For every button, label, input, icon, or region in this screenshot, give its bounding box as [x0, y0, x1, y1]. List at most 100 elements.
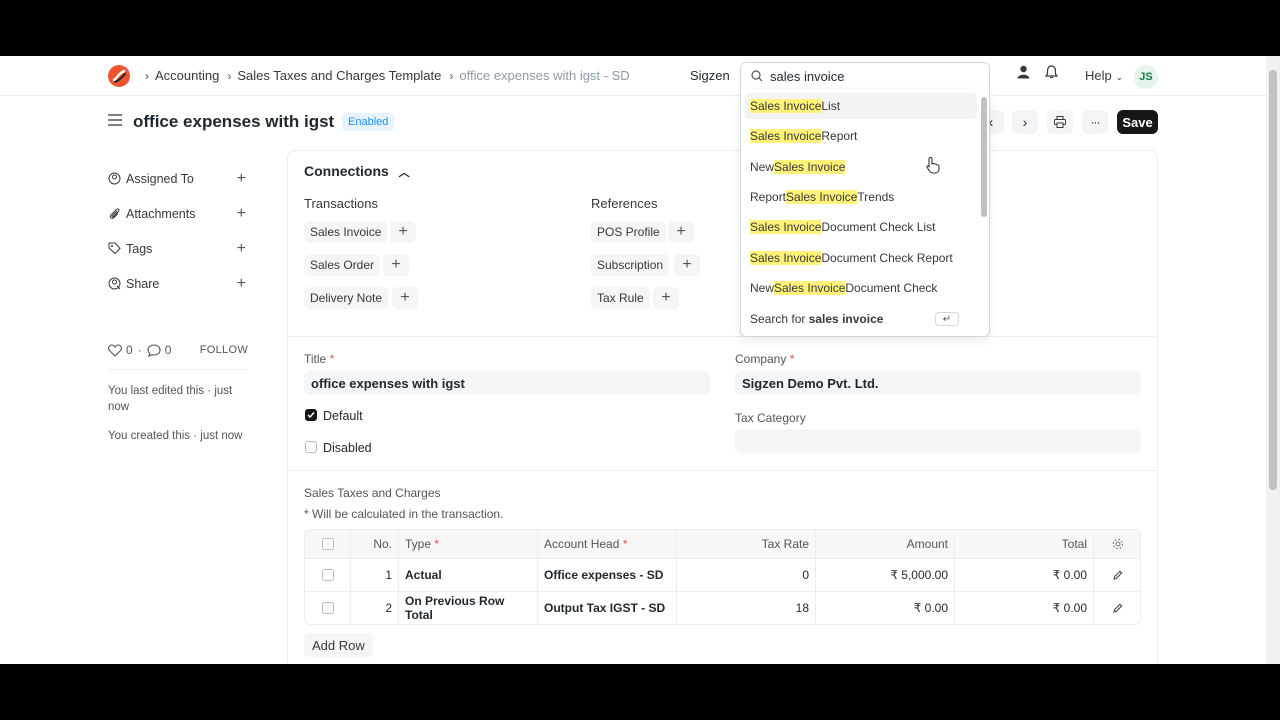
add-subscription-button[interactable]: + [674, 254, 700, 276]
pencil-icon[interactable] [1113, 603, 1123, 613]
row-account-head[interactable]: Office expenses - SD [538, 559, 677, 591]
connections-toggle[interactable]: Connections ︿ [304, 163, 410, 180]
add-sales-invoice-button[interactable]: + [390, 221, 416, 243]
save-button[interactable]: Save [1117, 110, 1158, 134]
sidebar-item-tags[interactable]: Tags + [108, 231, 248, 266]
row-tax-rate[interactable]: 18 [677, 592, 816, 624]
hamburger-icon[interactable] [108, 114, 122, 126]
sidebar-item-label: Assigned To [126, 171, 194, 186]
chevron-up-icon: ︿ [398, 167, 410, 179]
breadcrumb-accounting[interactable]: Accounting [155, 68, 219, 83]
search-input[interactable]: sales invoice [770, 69, 844, 84]
chevron-right-icon: › [1022, 114, 1028, 130]
company-brand: Sigzen [690, 68, 730, 83]
plus-icon[interactable]: + [237, 170, 246, 188]
enter-key-icon: ↵ [935, 312, 959, 326]
follow-button[interactable]: FOLLOW [200, 344, 248, 356]
row-type[interactable]: Actual [399, 559, 538, 591]
chevron-right-icon: › [449, 68, 454, 83]
required-mark: * [434, 537, 440, 551]
section-divider [288, 336, 1157, 337]
row-type[interactable]: On Previous Row Total [399, 592, 538, 624]
search-for-item[interactable]: Search for sales invoice ↵ [745, 306, 977, 332]
search-result-item[interactable]: Sales Invoice List [745, 93, 977, 119]
col-type: Type * [399, 530, 538, 558]
row-edit-cell [1094, 592, 1140, 624]
search-results-dropdown: Sales Invoice List Sales Invoice Report … [740, 89, 990, 337]
awesomebar[interactable]: sales invoice [740, 62, 990, 90]
more-menu-button[interactable]: ··· [1082, 110, 1108, 134]
heart-icon[interactable] [108, 343, 122, 357]
search-result-item[interactable]: New Sales Invoice Document Check [745, 275, 977, 301]
plus-icon: + [661, 289, 671, 306]
row-amount[interactable]: ₹ 5,000.00 [816, 559, 955, 591]
user-icon[interactable] [1017, 65, 1030, 79]
plus-icon[interactable]: + [237, 205, 246, 223]
search-result-item[interactable]: Sales Invoice Document Check Report [745, 245, 977, 271]
taxes-section-label: Sales Taxes and Charges [304, 486, 441, 500]
add-delivery-note-button[interactable]: + [392, 287, 418, 309]
row-no: 2 [351, 592, 399, 624]
chevron-down-icon: ⌄ [1115, 72, 1123, 82]
last-edited-note: You last edited this · just now [108, 385, 233, 413]
search-result-item[interactable]: Report Sales Invoice Trends [745, 184, 977, 210]
add-pos-profile-button[interactable]: + [668, 221, 694, 243]
breadcrumb-current[interactable]: office expenses with igst - SD [459, 68, 629, 83]
dropdown-scrollbar-thumb[interactable] [981, 97, 987, 217]
avatar[interactable]: JS [1134, 65, 1158, 89]
scrollbar-thumb[interactable] [1269, 70, 1277, 490]
sidebar-item-label: Share [126, 276, 160, 291]
breadcrumb-template[interactable]: Sales Taxes and Charges Template [237, 68, 441, 83]
add-sales-order-button[interactable]: + [383, 254, 409, 276]
search-result-item[interactable]: New Sales Invoice [745, 154, 977, 180]
taxes-table: No. Type * Account Head * Tax Rate Amoun… [304, 529, 1141, 625]
select-all-checkbox[interactable] [321, 538, 334, 550]
link-delivery-note[interactable]: Delivery Note [304, 287, 389, 309]
row-account-head[interactable]: Output Tax IGST - SD [538, 592, 677, 624]
link-sales-invoice[interactable]: Sales Invoice [304, 221, 388, 243]
row-checkbox[interactable] [321, 602, 334, 614]
chevron-right-icon: › [227, 68, 232, 83]
print-button[interactable] [1047, 110, 1073, 134]
taxes-note: * Will be calculated in the transaction. [304, 507, 504, 521]
link-pos-profile[interactable]: POS Profile [591, 221, 666, 243]
bell-icon[interactable] [1045, 65, 1058, 79]
pencil-icon[interactable] [1113, 570, 1123, 580]
tax-category-label: Tax Category [735, 411, 806, 425]
add-row-button[interactable]: Add Row [304, 633, 373, 657]
default-checkbox[interactable] [305, 409, 317, 421]
page-scrollbar[interactable] [1266, 56, 1280, 664]
row-checkbox[interactable] [321, 569, 334, 581]
search-result-item[interactable]: Sales Invoice Document Check List [745, 214, 977, 240]
company-field[interactable]: Sigzen Demo Pvt. Ltd. [735, 371, 1141, 395]
row-total[interactable]: ₹ 0.00 [955, 592, 1094, 624]
sidebar-item-attachments[interactable]: Attachments + [108, 196, 248, 231]
plus-icon[interactable]: + [237, 240, 246, 258]
col-amount: Amount [816, 530, 955, 558]
help-label: Help [1085, 68, 1112, 83]
plus-icon[interactable]: + [237, 275, 246, 293]
row-total[interactable]: ₹ 0.00 [955, 559, 1094, 591]
link-tax-rule[interactable]: Tax Rule [591, 287, 650, 309]
comment-icon[interactable] [147, 343, 161, 357]
sidebar-item-assigned-to[interactable]: Assigned To + [108, 161, 248, 196]
search-result-item[interactable]: Sales Invoice Report [745, 123, 977, 149]
add-tax-rule-button[interactable]: + [653, 287, 679, 309]
company-label-text: Company [735, 352, 787, 366]
help-dropdown[interactable]: Help ⌄ [1085, 68, 1123, 83]
row-tax-rate[interactable]: 0 [677, 559, 816, 591]
table-row[interactable]: 1 Actual Office expenses - SD 0 ₹ 5,000.… [305, 558, 1140, 591]
tax-category-field[interactable] [735, 429, 1141, 453]
gear-icon[interactable] [1112, 538, 1124, 550]
link-sales-order[interactable]: Sales Order [304, 254, 381, 276]
dropdown-scrollbar[interactable] [981, 93, 987, 325]
chevron-right-icon: › [145, 68, 149, 83]
title-field[interactable]: office expenses with igst [304, 371, 710, 395]
row-amount[interactable]: ₹ 0.00 [816, 592, 955, 624]
next-doc-button[interactable]: › [1012, 110, 1038, 134]
sidebar-item-share[interactable]: Share + [108, 266, 248, 301]
link-subscription[interactable]: Subscription [591, 254, 670, 276]
disabled-checkbox[interactable] [305, 441, 317, 453]
table-row[interactable]: 2 On Previous Row Total Output Tax IGST … [305, 591, 1140, 624]
app-logo-icon[interactable] [108, 65, 130, 87]
